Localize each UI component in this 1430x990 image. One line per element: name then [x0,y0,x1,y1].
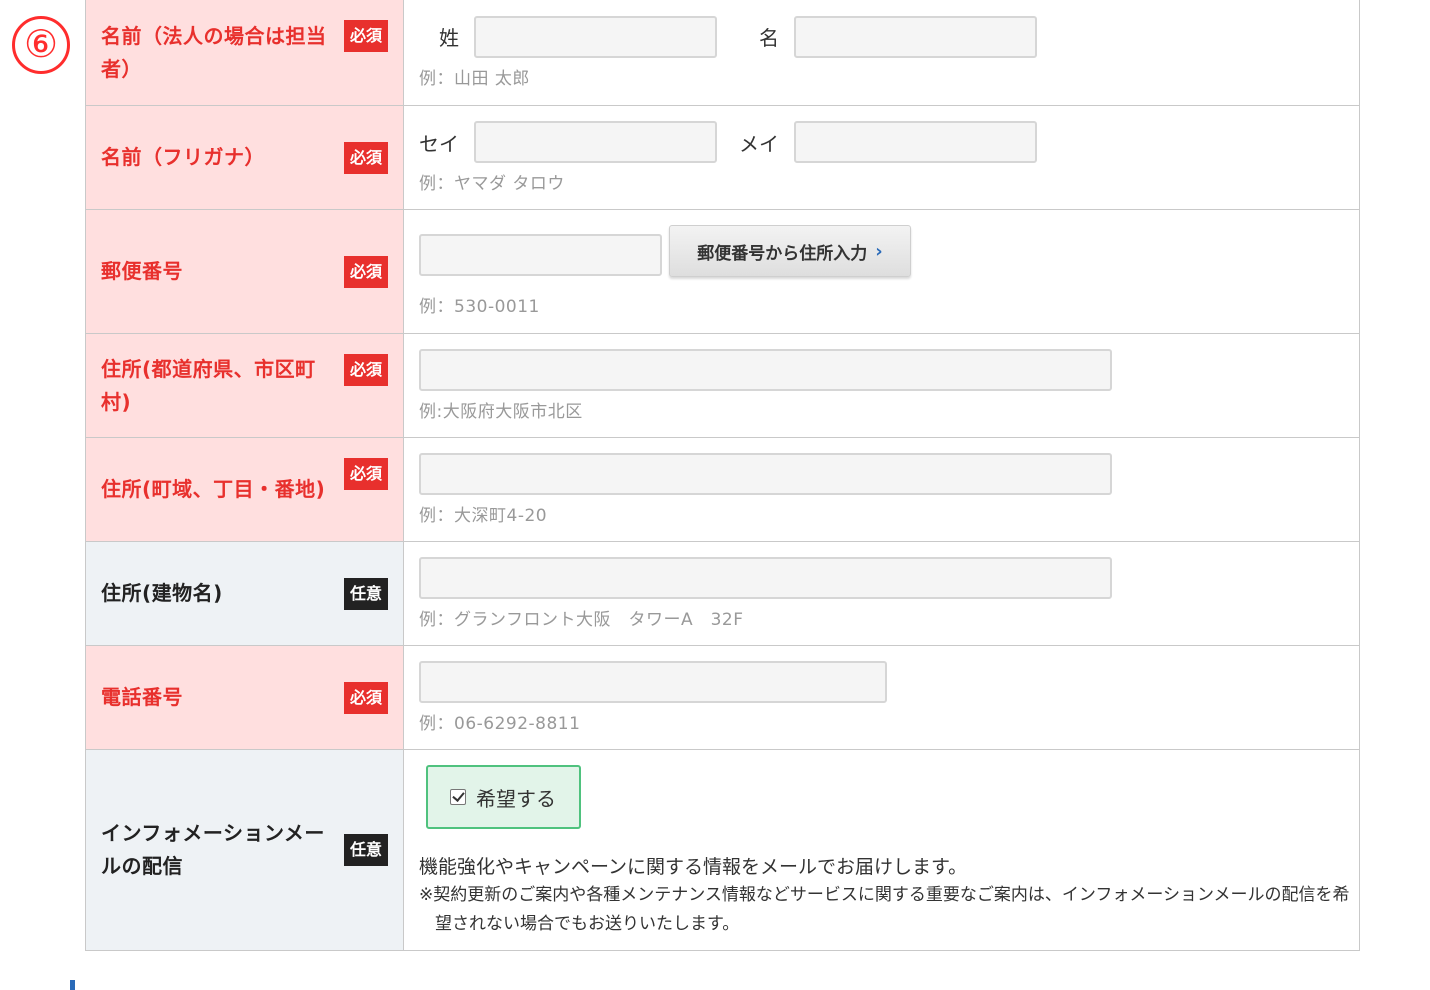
zip-to-address-button[interactable]: 郵便番号から住所入力 › [669,225,911,277]
field-label-newsletter: インフォメーションメールの配信 [101,821,325,878]
form-row-phone: 電話番号 必須 例：06-6292-8811 [86,645,1359,749]
newsletter-checkbox[interactable] [450,789,466,805]
zip-button-label: 郵便番号から住所入力 [697,243,868,264]
field-label-building: 住所(建物名) [101,581,223,605]
form-row-name: 名前（法人の場合は担当者） 必須 姓 名 例：山田 太郎 [86,0,1359,105]
field-label-name: 名前（法人の場合は担当者） [101,23,327,81]
required-badge: 必須 [343,141,388,174]
chevron-right-icon: › [875,240,883,262]
required-badge: 必須 [343,681,388,714]
last-name-label: 姓 [439,26,459,50]
form-row-kana: 名前（フリガナ） 必須 セイ メイ 例：ヤマダ タロウ [86,105,1359,209]
first-name-kana-input[interactable] [794,121,1037,163]
form-row-building: 住所(建物名) 任意 例：グランフロント大阪 タワーA 32F [86,541,1359,645]
name-hint: 例：山田 太郎 [419,69,530,89]
input-cell-phone: 例：06-6292-8811 [404,646,1359,749]
input-cell-zip: 郵便番号から住所入力 › 例：530-0011 [404,210,1359,333]
zip-input[interactable] [419,234,662,276]
input-cell-newsletter: 希望する 機能強化やキャンペーンに関する情報をメールでお届けします。 ※契約更新… [404,750,1359,950]
last-name-input[interactable] [474,16,717,58]
field-label-zip: 郵便番号 [101,259,183,283]
form-row-newsletter: インフォメーションメールの配信 任意 希望する 機能強化やキャンペーンに関する情… [86,749,1359,950]
first-name-label: 名 [759,26,779,50]
zip-hint: 例：530-0011 [419,297,540,317]
field-label-address1: 住所(都道府県、市区町村) [101,356,316,414]
label-cell-zip: 郵便番号 必須 [86,210,404,333]
field-label-phone: 電話番号 [101,685,183,709]
kana-hint: 例：ヤマダ タロウ [419,174,565,194]
address-prefecture-city-input[interactable] [419,349,1112,391]
label-cell-newsletter: インフォメーションメールの配信 任意 [86,750,404,950]
last-name-kana-label: セイ [419,132,459,156]
label-cell-name: 名前（法人の場合は担当者） 必須 [86,0,404,105]
newsletter-note: ※契約更新のご案内や各種メンテナンス情報などサービスに関する重要なご案内は、イン… [419,885,1350,934]
step-number-marker: ⑥ [12,16,70,74]
form-row-address2: 住所(町域、丁目・番地) 必須 例：大深町4-20 [86,437,1359,541]
address-building-input[interactable] [419,557,1112,599]
address1-hint: 例:大阪府大阪市北区 [419,402,583,422]
first-name-kana-label: メイ [739,132,779,156]
first-name-input[interactable] [794,16,1037,58]
required-badge: 必須 [343,354,388,386]
form-row-address1: 住所(都道府県、市区町村) 必須 例:大阪府大阪市北区 [86,333,1359,437]
section-heading-bar [70,980,75,990]
input-cell-address2: 例：大深町4-20 [404,438,1359,541]
address-town-block-input[interactable] [419,453,1112,495]
field-label-kana: 名前（フリガナ） [101,145,265,169]
address2-hint: 例：大深町4-20 [419,506,548,526]
newsletter-checkbox-label: 希望する [476,786,556,811]
input-cell-name: 姓 名 例：山田 太郎 [404,0,1359,105]
input-cell-kana: セイ メイ 例：ヤマダ タロウ [404,106,1359,209]
contact-form-table: 名前（法人の場合は担当者） 必須 姓 名 例：山田 太郎 名前（フリガナ） 必須… [85,0,1360,951]
last-name-kana-input[interactable] [474,121,717,163]
label-cell-building: 住所(建物名) 任意 [86,542,404,645]
input-cell-address1: 例:大阪府大阪市北区 [404,334,1359,437]
newsletter-description: 機能強化やキャンペーンに関する情報をメールでお届けします。 [419,856,968,878]
required-badge: 必須 [343,458,388,490]
building-hint: 例：グランフロント大阪 タワーA 32F [419,610,744,630]
phone-input[interactable] [419,661,887,703]
label-cell-address2: 住所(町域、丁目・番地) 必須 [86,438,404,541]
optional-badge: 任意 [343,577,388,610]
newsletter-opt-in-toggle[interactable]: 希望する [426,765,581,829]
label-cell-kana: 名前（フリガナ） 必須 [86,106,404,209]
required-badge: 必須 [343,20,388,52]
label-cell-phone: 電話番号 必須 [86,646,404,749]
label-cell-address1: 住所(都道府県、市区町村) 必須 [86,334,404,437]
input-cell-building: 例：グランフロント大阪 タワーA 32F [404,542,1359,645]
phone-hint: 例：06-6292-8811 [419,714,581,734]
optional-badge: 任意 [343,834,388,866]
field-label-address2: 住所(町域、丁目・番地) [101,477,326,501]
form-row-zip: 郵便番号 必須 郵便番号から住所入力 › 例：530-0011 [86,209,1359,333]
required-badge: 必須 [343,255,388,288]
